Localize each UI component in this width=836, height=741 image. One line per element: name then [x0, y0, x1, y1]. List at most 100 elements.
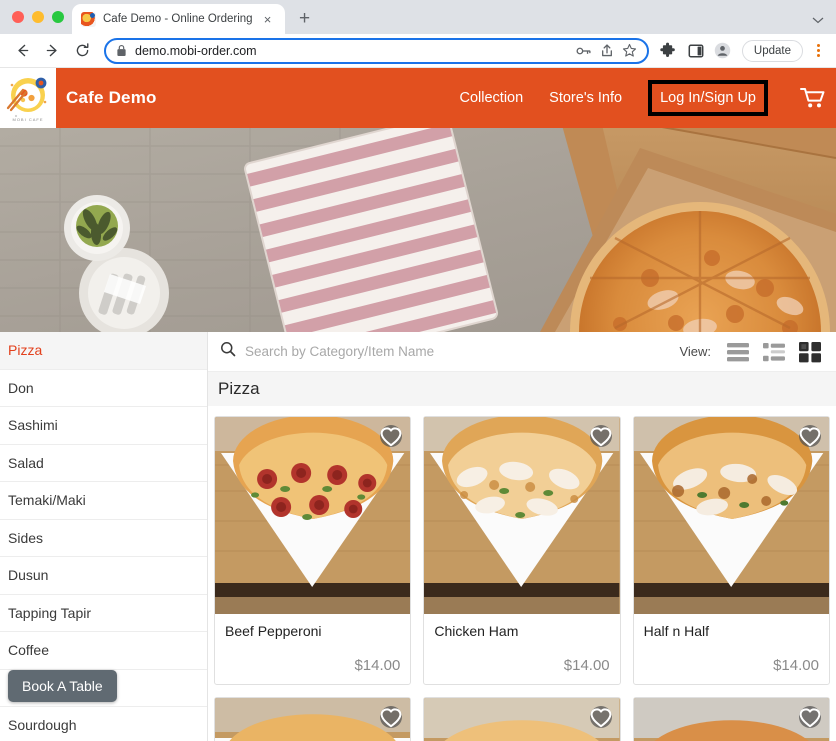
forward-button[interactable]	[40, 39, 64, 63]
menu-item-card[interactable]: Half n Half $14.00	[632, 416, 830, 685]
share-icon[interactable]	[600, 43, 614, 58]
search-input[interactable]: Search by Category/Item Name	[245, 344, 670, 359]
close-tab-button[interactable]: ×	[260, 11, 276, 27]
search-icon	[220, 341, 236, 362]
search-glyph	[221, 342, 236, 357]
profile-icon[interactable]	[713, 41, 733, 61]
star-icon[interactable]	[622, 43, 637, 58]
site-header: MOBI CAFE Cafe Demo Collection Store's I…	[0, 68, 836, 128]
window-controls	[10, 0, 72, 34]
item-image	[424, 698, 620, 741]
menu-item-card[interactable]	[632, 697, 830, 741]
minimize-window-button[interactable]	[32, 11, 44, 23]
heart-glyph	[590, 707, 612, 727]
favorite-heart-icon[interactable]	[798, 425, 821, 447]
item-image	[424, 417, 620, 614]
browser-tab[interactable]: Cafe Demo - Online Ordering ×	[72, 4, 285, 34]
grid-view-icon	[799, 341, 821, 362]
sidebar-item-salad[interactable]: Salad	[0, 445, 207, 482]
chevron-down-glyph	[812, 17, 824, 24]
grid-view-button[interactable]	[798, 340, 822, 364]
sidebar-item-tapping-tapir[interactable]: Tapping Tapir	[0, 595, 207, 632]
item-name: Chicken Ham	[434, 623, 519, 639]
item-image	[215, 417, 411, 614]
tab-strip: Cafe Demo - Online Ordering × +	[0, 0, 836, 34]
nav-stores-info[interactable]: Store's Info	[549, 90, 622, 106]
nav-collection[interactable]: Collection	[460, 90, 524, 106]
list-view-icon	[727, 342, 749, 361]
reload-button[interactable]	[70, 39, 94, 63]
book-a-table-button[interactable]: Book A Table	[8, 670, 117, 702]
extensions-icon[interactable]	[659, 41, 679, 61]
sidebar-item-sourdough[interactable]: Sourdough	[0, 707, 207, 741]
favorite-heart-icon[interactable]	[589, 706, 612, 728]
item-image	[633, 417, 829, 614]
sidebar-item-sides[interactable]: Sides	[0, 520, 207, 557]
heart-glyph	[799, 707, 821, 727]
hero-image	[0, 128, 836, 332]
profile-glyph	[715, 42, 731, 59]
new-tab-button[interactable]: +	[291, 4, 319, 32]
side-panel-icon[interactable]	[686, 41, 706, 61]
toolbar-icons: Update	[659, 39, 826, 62]
share-glyph	[601, 44, 612, 57]
site-logo[interactable]: MOBI CAFE	[0, 68, 56, 128]
cafe-favicon	[81, 11, 96, 27]
menu-item-card[interactable]	[214, 697, 412, 741]
item-name: Half n Half	[643, 623, 710, 639]
address-bar[interactable]: demo.mobi-order.com	[104, 37, 649, 64]
favorite-heart-icon[interactable]	[380, 706, 403, 728]
sidebar-item-sashimi[interactable]: Sashimi	[0, 407, 207, 445]
key-icon[interactable]	[576, 44, 592, 58]
heart-glyph	[799, 426, 821, 446]
detail-list-view-button[interactable]	[762, 340, 786, 364]
update-button[interactable]: Update	[741, 39, 803, 62]
sidebar-item-dusun[interactable]: Dusun	[0, 557, 207, 595]
url-text: demo.mobi-order.com	[135, 43, 257, 58]
back-arrow-icon	[17, 44, 28, 57]
menu-item-card[interactable]: Chicken Ham $14.00	[423, 416, 621, 685]
detail-list-view-icon	[763, 342, 785, 361]
menu-item-grid: Beef Pepperoni $14.00 Chicken Ham $14.00…	[208, 406, 836, 741]
maximize-window-button[interactable]	[52, 11, 64, 23]
favorite-heart-icon[interactable]	[589, 425, 612, 447]
mobi-cafe-logo-icon: MOBI CAFE	[6, 77, 47, 122]
favorite-heart-icon[interactable]	[798, 706, 821, 728]
menu-item-card[interactable]	[423, 697, 621, 741]
shopping-cart-icon[interactable]	[800, 86, 826, 110]
favorite-heart-icon[interactable]	[380, 425, 403, 447]
item-price: $14.00	[773, 657, 819, 674]
sidebar-item-don[interactable]: Don	[0, 370, 207, 407]
sidebar-item-pizza[interactable]: Pizza	[0, 332, 207, 370]
sidebar-item-coffee[interactable]: Coffee	[0, 632, 207, 670]
back-button[interactable]	[10, 39, 34, 63]
menu-item-card[interactable]: Beef Pepperoni $14.00	[214, 416, 412, 685]
lock-icon	[116, 44, 127, 57]
item-info: Half n Half $14.00	[634, 614, 829, 684]
chevron-down-icon[interactable]	[812, 15, 824, 27]
site-nav: Collection Store's Info Log In/Sign Up	[460, 80, 836, 116]
view-toggle-group	[726, 340, 822, 364]
heart-glyph	[380, 707, 402, 727]
tab-title: Cafe Demo - Online Ordering	[103, 13, 253, 25]
item-price: $14.00	[563, 657, 610, 674]
section-title: Pizza	[208, 372, 836, 406]
reload-icon	[76, 43, 88, 57]
sidebar-item-temaki-maki[interactable]: Temaki/Maki	[0, 482, 207, 520]
lock-glyph	[117, 44, 126, 56]
site-brand-title: Cafe Demo	[66, 88, 157, 107]
kebab-menu-icon[interactable]	[810, 44, 826, 57]
category-sidebar: Pizza Don Sashimi Salad Temaki/Maki Side…	[0, 332, 208, 741]
page-viewport: MOBI CAFE Cafe Demo Collection Store's I…	[0, 68, 836, 741]
item-price: $14.00	[354, 657, 401, 674]
key-glyph	[576, 47, 591, 54]
cart-glyph	[800, 88, 825, 108]
browser-window: Cafe Demo - Online Ordering × + demo.mob…	[0, 0, 836, 741]
item-image	[215, 698, 411, 741]
svg-text:MOBI CAFE: MOBI CAFE	[12, 117, 43, 122]
list-view-button[interactable]	[726, 340, 750, 364]
hero-banner	[0, 128, 836, 332]
menu-main: Search by Category/Item Name View: Pizza…	[208, 332, 836, 741]
login-signup-button[interactable]: Log In/Sign Up	[660, 90, 756, 106]
close-window-button[interactable]	[12, 11, 24, 23]
